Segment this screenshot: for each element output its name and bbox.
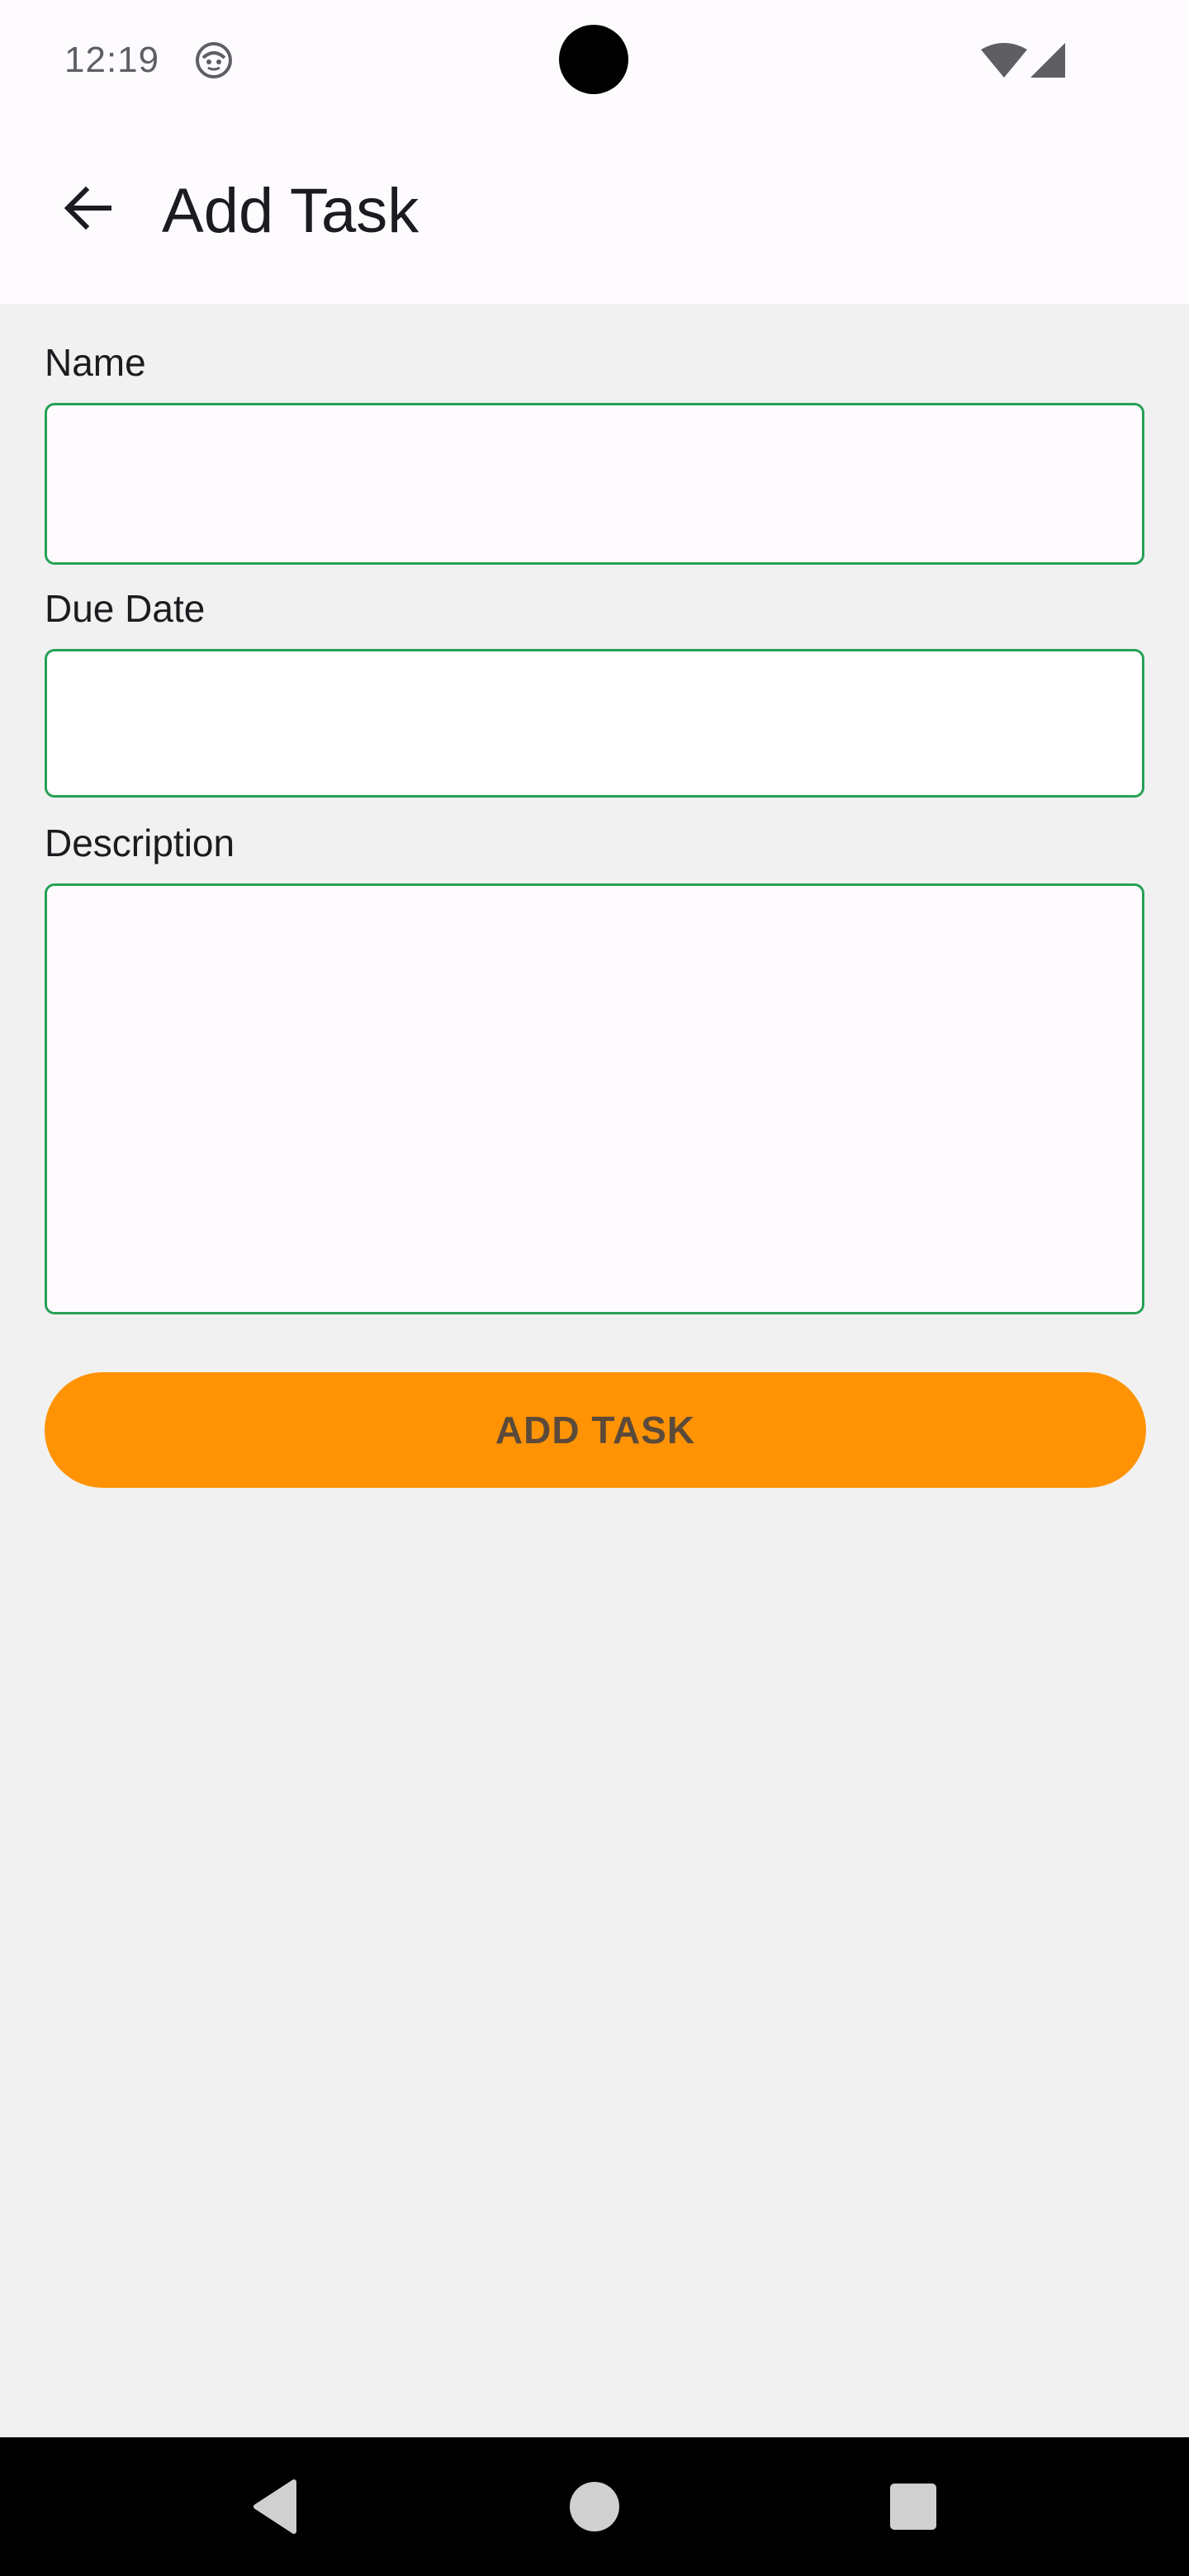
add-task-button[interactable]: ADD TASK <box>45 1372 1146 1488</box>
status-bar: 12:19 <box>0 0 1189 124</box>
system-navigation-bar <box>0 2437 1189 2576</box>
page-title: Add Task <box>162 176 419 246</box>
app-bar: Add Task <box>0 124 1189 304</box>
description-label: Description <box>45 822 235 864</box>
nav-back-icon[interactable] <box>239 2469 315 2545</box>
arrow-back-icon <box>64 186 111 230</box>
back-button[interactable] <box>46 167 129 249</box>
nav-recents-icon[interactable] <box>875 2469 951 2545</box>
status-time: 12:19 <box>64 40 160 80</box>
due-date-label: Due Date <box>45 587 206 630</box>
android-face-icon <box>195 41 233 79</box>
wifi-icon <box>981 43 1027 78</box>
name-input[interactable] <box>45 403 1144 565</box>
nav-home-icon[interactable] <box>557 2469 632 2545</box>
name-label: Name <box>45 341 146 384</box>
description-input[interactable] <box>45 883 1144 1314</box>
camera-cutout <box>559 25 628 94</box>
due-date-input[interactable] <box>45 649 1144 798</box>
cell-signal-icon <box>1030 43 1065 78</box>
